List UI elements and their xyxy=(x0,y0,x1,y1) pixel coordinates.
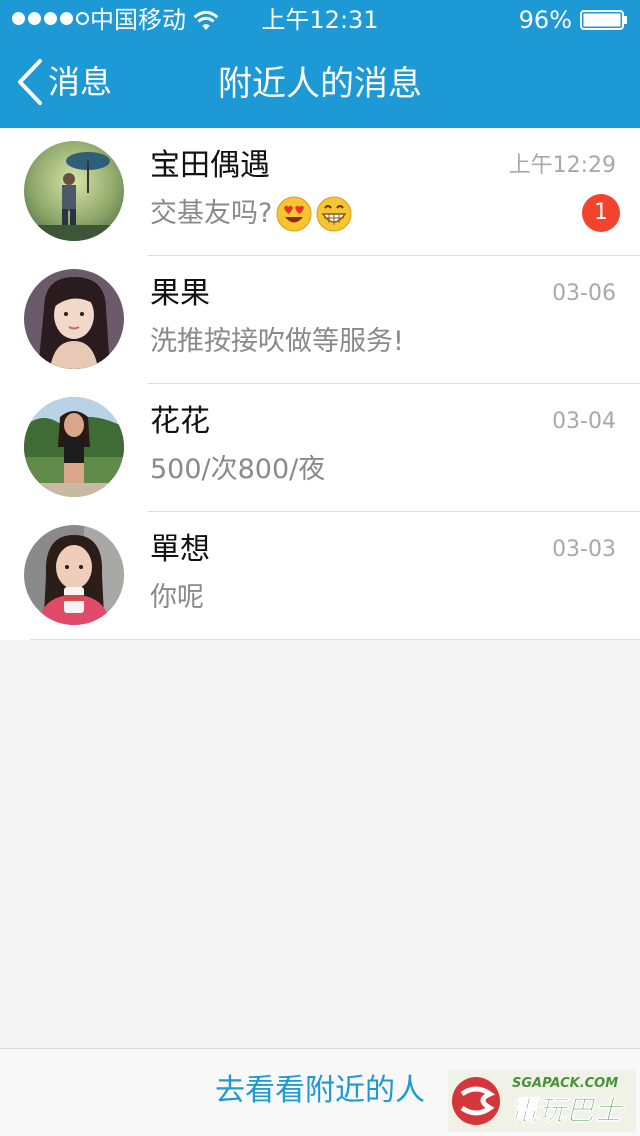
contact-name: 單想 xyxy=(150,532,210,567)
watermark-main-text: 電玩巴士 xyxy=(510,1094,625,1127)
avatar-umbrella-icon xyxy=(24,141,124,241)
heart-eyes-emoji-icon xyxy=(276,196,312,232)
message-preview: 交基友吗? xyxy=(150,196,352,232)
unread-badge: 1 xyxy=(582,194,620,232)
page-title: 附近人的消息 xyxy=(218,64,422,104)
message-time: 03-03 xyxy=(552,537,616,562)
avatar-girl-cup-icon xyxy=(24,525,124,625)
contact-name: 果果 xyxy=(150,276,210,311)
conversation-row[interactable]: 花花 03-04 500/次800/夜 xyxy=(0,384,640,512)
message-preview-text: 你呢 xyxy=(150,582,204,613)
battery-percent: 96% xyxy=(518,6,572,34)
conversation-list: 宝田偶遇 上午12:29 交基友吗? 1 果果 03-06 洗推按接吹做等服务!… xyxy=(0,128,640,640)
message-preview: 你呢 xyxy=(150,580,204,616)
message-preview: 500/次800/夜 xyxy=(150,452,325,488)
conversation-row[interactable]: 果果 03-06 洗推按接吹做等服务! xyxy=(0,256,640,384)
contact-name: 宝田偶遇 xyxy=(150,148,270,183)
watermark-logo: SGAPACK.COM 電玩巴士 xyxy=(448,1070,636,1132)
nav-bar: 消息 附近人的消息 xyxy=(0,40,640,128)
message-preview-text: 交基友吗? xyxy=(150,198,273,229)
avatar-girl-outdoor-icon xyxy=(24,397,124,497)
conversation-row[interactable]: 單想 03-03 你呢 xyxy=(0,512,640,640)
message-time: 上午12:29 xyxy=(508,153,616,178)
avatar-girl-icon xyxy=(24,269,124,369)
row-divider xyxy=(30,639,640,640)
grinning-emoji-icon xyxy=(316,196,352,232)
watermark-url: SGAPACK.COM xyxy=(512,1076,618,1091)
status-bar: 中国移动 上午12:31 96% xyxy=(0,0,640,40)
battery-icon xyxy=(580,10,627,30)
contact-name: 花花 xyxy=(150,404,210,439)
screen: 中国移动 上午12:31 96% 消息 附近人的消息 宝田偶遇 上午12:29 … xyxy=(0,0,640,1136)
message-time: 03-04 xyxy=(552,409,616,434)
message-time: 03-06 xyxy=(552,281,616,306)
header: 中国移动 上午12:31 96% 消息 附近人的消息 xyxy=(0,0,640,128)
message-preview-text: 洗推按接吹做等服务! xyxy=(150,326,404,357)
conversation-row[interactable]: 宝田偶遇 上午12:29 交基友吗? 1 xyxy=(0,128,640,256)
message-preview-text: 500/次800/夜 xyxy=(150,454,326,485)
message-preview: 洗推按接吹做等服务! xyxy=(150,324,404,360)
